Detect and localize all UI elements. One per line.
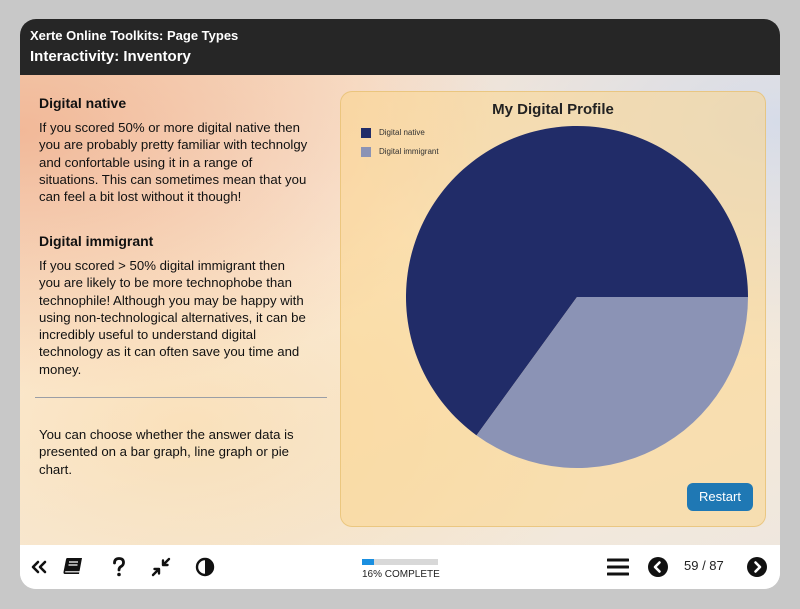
- header-bar: Xerte Online Toolkits: Page Types Intera…: [20, 19, 780, 75]
- restart-button[interactable]: Restart: [687, 483, 753, 511]
- text-line: You can choose whether the answer data i…: [39, 427, 294, 442]
- divider: [35, 397, 327, 398]
- text-line: using non-technological alternatives, it…: [39, 309, 306, 325]
- page-title: Interactivity: Inventory: [30, 48, 191, 65]
- footer-toolbar: 16% COMPLETE 59 / 87: [20, 545, 780, 589]
- shrink-arrows-icon[interactable]: [150, 556, 172, 578]
- app-title: Xerte Online Toolkits: Page Types: [30, 28, 239, 43]
- text-line: situations. This can sometimes mean that…: [39, 171, 307, 187]
- text-line: can feel a bit lost without it though!: [39, 189, 242, 205]
- progress-label: 16% COMPLETE: [362, 569, 440, 580]
- page-content: Digital native If you scored 50% or more…: [20, 75, 780, 545]
- chart-panel: My Digital Profile Digital native Digita…: [340, 91, 766, 527]
- book-icon[interactable]: [62, 556, 84, 578]
- pie-chart: [405, 126, 748, 469]
- progress-track: [362, 559, 438, 565]
- text-line: If you scored 50% or more digital native…: [39, 120, 300, 135]
- text-line: and confortable using it in a range of: [39, 154, 253, 170]
- contrast-icon[interactable]: [194, 556, 216, 578]
- chart-type-note: You can choose whether the answer data i…: [39, 426, 329, 478]
- double-chevron-left-icon[interactable]: [28, 556, 50, 578]
- section-text-native: If you scored 50% or more digital native…: [39, 119, 329, 205]
- hamburger-icon[interactable]: [607, 556, 629, 578]
- text-line: technology as it can often save you time…: [39, 344, 300, 360]
- text-line: you are probably pretty familiar with te…: [39, 137, 308, 153]
- section-text-immigrant: If you scored > 50% digital immigrant th…: [39, 257, 329, 378]
- section-heading-immigrant: Digital immigrant: [39, 233, 154, 249]
- progress-fill: [362, 559, 375, 565]
- text-line: presented on a bar graph, line graph or …: [39, 444, 290, 460]
- text-line: incredibly useful to understand digital: [39, 327, 256, 343]
- text-line: money.: [39, 361, 82, 377]
- section-heading-native: Digital native: [39, 95, 127, 111]
- circle-chevron-right-icon[interactable]: [746, 556, 768, 578]
- app-window: Xerte Online Toolkits: Page Types Intera…: [20, 19, 780, 589]
- text-line: chart.: [39, 461, 72, 477]
- text-line: If you scored > 50% digital immigrant th…: [39, 258, 285, 273]
- text-line: you are likely to be more technophobe th…: [39, 275, 292, 291]
- text-line: technophile! Although you may be happy w…: [39, 292, 304, 308]
- page-counter: 59 / 87: [684, 558, 724, 573]
- question-icon[interactable]: [108, 556, 130, 578]
- circle-chevron-left-icon[interactable]: [647, 556, 669, 578]
